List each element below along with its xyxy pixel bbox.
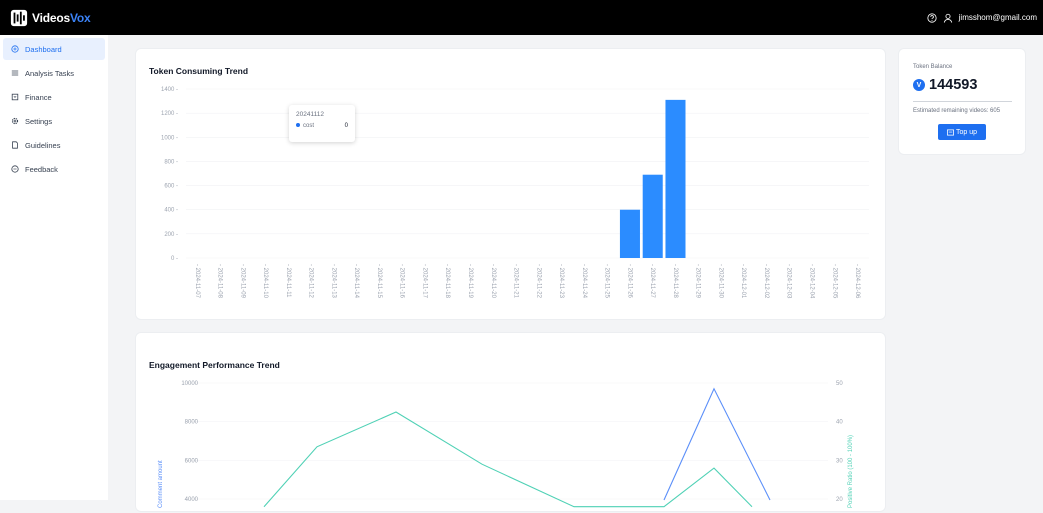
x-tick-label: - 2024-11-19 bbox=[467, 264, 473, 299]
y-tick-label: 600 - bbox=[164, 184, 178, 190]
left-axis-label: Comment amount bbox=[158, 460, 164, 508]
x-tick-label: - 2024-11-23 bbox=[558, 264, 564, 299]
right-y-tick-label: 30 bbox=[836, 458, 843, 464]
sidebar-item-finance[interactable]: Finance bbox=[3, 86, 105, 108]
x-tick-label: - 2024-11-15 bbox=[376, 264, 382, 299]
left-y-tick-label: 10000 bbox=[181, 381, 198, 387]
x-tick-label: - 2024-11-16 bbox=[399, 264, 405, 299]
bar bbox=[665, 99, 686, 258]
y-tick-label: 800 - bbox=[164, 159, 178, 165]
sidebar: Dashboard Analysis Tasks Finance Setting… bbox=[0, 35, 108, 500]
x-tick-label: - 2024-11-07 bbox=[194, 264, 200, 299]
y-tick-label: 1200 - bbox=[161, 111, 178, 117]
token-coin-icon: V bbox=[913, 79, 925, 91]
series-dot-icon bbox=[296, 123, 300, 127]
user-icon[interactable] bbox=[943, 13, 953, 23]
wallet-icon bbox=[947, 128, 954, 136]
x-tick-label: - 2024-11-29 bbox=[695, 264, 701, 299]
token-balance-label: Token Balance bbox=[913, 64, 953, 70]
y-tick-label: 1000 - bbox=[161, 135, 178, 141]
x-tick-label: - 2024-11-18 bbox=[444, 264, 450, 299]
x-tick-label: - 2024-12-02 bbox=[763, 264, 769, 299]
user-email[interactable]: jimsshom@gmail.com bbox=[959, 13, 1037, 22]
sidebar-item-label: Guidelines bbox=[25, 140, 61, 150]
sidebar-item-label: Feedback bbox=[25, 164, 58, 174]
logo-icon bbox=[10, 9, 28, 26]
right-y-tick-label: 20 bbox=[836, 497, 843, 503]
x-tick-label: - 2024-11-11 bbox=[285, 264, 291, 298]
x-tick-label: - 2024-11-25 bbox=[604, 264, 610, 299]
help-icon[interactable] bbox=[927, 12, 937, 23]
settings-icon bbox=[11, 117, 19, 125]
right-y-tick-label: 40 bbox=[836, 420, 843, 426]
tooltip-value: 0 bbox=[344, 123, 348, 129]
sidebar-item-label: Finance bbox=[25, 92, 52, 102]
top-bar: VideosVox jimsshom@gmail.com bbox=[0, 0, 1043, 35]
divider bbox=[913, 101, 1012, 102]
x-tick-label: - 2024-11-26 bbox=[626, 264, 632, 299]
x-tick-label: - 2024-11-08 bbox=[217, 264, 223, 299]
engagement-trend-card: Engagement Performance Trend 4000 6000 800… bbox=[135, 332, 886, 512]
x-tick-label: - 2024-11-30 bbox=[717, 264, 723, 299]
bar bbox=[619, 209, 640, 258]
line-plot-area bbox=[263, 387, 771, 508]
list-icon bbox=[11, 70, 19, 76]
sidebar-item-dashboard[interactable]: Dashboard bbox=[3, 38, 105, 60]
remaining-videos: Estimated remaining videos: 605 bbox=[913, 108, 1001, 114]
x-tick-label: - 2024-11-27 bbox=[649, 264, 655, 299]
sidebar-item-guidelines[interactable]: Guidelines bbox=[3, 134, 105, 156]
token-trend-card: Token Consuming Trend 0 -200 -400 -600 -… bbox=[135, 48, 886, 320]
dashboard-icon bbox=[11, 45, 19, 53]
document-icon bbox=[12, 141, 18, 149]
x-tick-label: - 2024-12-01 bbox=[740, 264, 746, 299]
x-tick-label: - 2024-12-06 bbox=[854, 264, 860, 299]
bar bbox=[642, 174, 663, 258]
finance-icon bbox=[11, 93, 19, 101]
tooltip-series: cost bbox=[303, 123, 315, 129]
x-tick-label: - 2024-11-20 bbox=[490, 264, 496, 299]
top-up-label: Top up bbox=[955, 128, 978, 136]
series-line-green bbox=[263, 411, 753, 508]
sidebar-item-settings[interactable]: Settings bbox=[3, 110, 105, 132]
left-y-tick-label: 4000 bbox=[185, 497, 199, 503]
sidebar-item-label: Analysis Tasks bbox=[25, 68, 75, 78]
x-tick-label: - 2024-11-17 bbox=[421, 264, 427, 299]
chart-tooltip: 20241112 cost 0 bbox=[289, 105, 355, 142]
x-tick-label: - 2024-12-03 bbox=[786, 264, 792, 299]
token-bar-chart: 0 - 200 - 400 - 600 - 800 - 1000 - 1200 - 1400 … bbox=[161, 87, 869, 299]
sidebar-item-label: Settings bbox=[25, 116, 53, 126]
x-tick-label: - 2024-11-24 bbox=[581, 264, 587, 299]
brand-name: VideosVox bbox=[32, 10, 91, 25]
y-tick-label: 400 - bbox=[164, 208, 178, 214]
token-balance-value: 144593 bbox=[929, 77, 978, 93]
x-tick-label: - 2024-11-22 bbox=[535, 264, 541, 299]
left-y-tick-label: 8000 bbox=[185, 420, 199, 426]
feedback-icon bbox=[11, 165, 19, 173]
brand[interactable]: VideosVox bbox=[10, 9, 91, 27]
x-tick-label: - 2024-11-28 bbox=[672, 264, 678, 299]
series-line-blue bbox=[663, 387, 771, 501]
y-tick-label: 0 - bbox=[171, 256, 178, 262]
sidebar-item-label: Dashboard bbox=[25, 44, 62, 54]
x-tick-label: - 2024-11-09 bbox=[239, 264, 245, 299]
tooltip-date: 20241112 bbox=[296, 111, 324, 118]
x-tick-label: - 2024-11-21 bbox=[513, 264, 519, 299]
x-tick-label: - 2024-11-13 bbox=[330, 264, 336, 299]
sidebar-item-analysis-tasks[interactable]: Analysis Tasks bbox=[3, 62, 105, 84]
top-up-button[interactable]: Top up bbox=[938, 124, 986, 140]
x-tick-label: - 2024-12-04 bbox=[809, 264, 815, 299]
y-tick-label: 200 - bbox=[164, 232, 178, 238]
x-tick-label: - 2024-11-10 bbox=[262, 264, 268, 299]
x-tick-label: - 2024-12-05 bbox=[831, 264, 837, 299]
x-tick-label: - 2024-11-12 bbox=[308, 264, 314, 299]
sidebar-item-feedback[interactable]: Feedback bbox=[3, 158, 105, 180]
left-y-tick-label: 6000 bbox=[185, 458, 199, 464]
right-axis-label: Positive Ratio (100 - 100%) bbox=[848, 434, 854, 508]
x-tick-label: - 2024-11-14 bbox=[353, 264, 359, 299]
y-tick-label: 1400 - bbox=[161, 87, 178, 93]
right-y-tick-label: 50 bbox=[836, 381, 843, 387]
engagement-line-chart: 4000 6000 8000 10000 20 30 40 50 bbox=[181, 381, 843, 508]
token-balance-card: Token Balance V 144593 Estimated remaini… bbox=[898, 48, 1026, 155]
